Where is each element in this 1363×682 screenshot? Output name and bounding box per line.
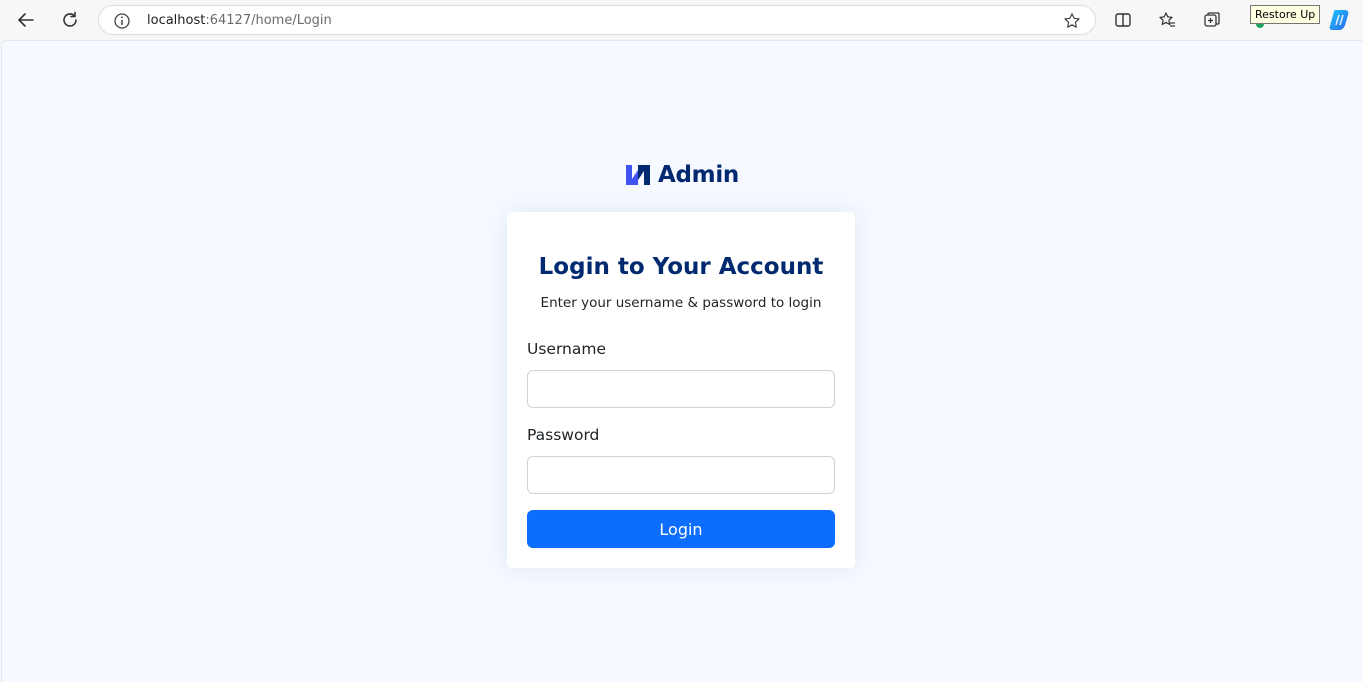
address-host: localhost [147, 13, 206, 28]
copilot-icon[interactable] [1328, 7, 1354, 33]
username-label: Username [527, 340, 607, 358]
reload-icon [63, 11, 77, 27]
address-text[interactable]: localhost:64127/home/Login [147, 13, 332, 28]
login-subtitle: Enter your username & password to login [540, 295, 822, 311]
username-input[interactable] [527, 370, 835, 408]
address-path: :64127/home/Login [205, 13, 332, 28]
back-button[interactable] [11, 5, 41, 35]
login-card: Login to Your Account Enter your usernam… [507, 212, 855, 568]
brand-name: Admin [658, 162, 739, 188]
favorites-icon [1159, 12, 1175, 27]
back-arrow-icon [18, 13, 34, 27]
favorites-button[interactable] [1152, 5, 1182, 35]
reload-button[interactable] [55, 5, 85, 35]
tooltip: Restore Up [1250, 5, 1321, 24]
admin-logo-icon [626, 165, 650, 185]
collections-icon [1204, 12, 1220, 27]
favorite-star-icon[interactable] [1063, 12, 1081, 30]
brand-logo[interactable]: Admin [624, 160, 739, 190]
collections-button[interactable] [1197, 5, 1227, 35]
split-screen-button[interactable] [1108, 5, 1138, 35]
split-screen-icon [1115, 13, 1131, 27]
password-input[interactable] [527, 456, 835, 494]
browser-toolbar: localhost:64127/home/Login Restore Up [0, 0, 1363, 40]
login-button[interactable]: Login [527, 510, 835, 548]
site-info-icon[interactable] [113, 12, 131, 30]
login-title: Login to Your Account [538, 254, 824, 280]
password-label: Password [527, 426, 600, 444]
address-bar[interactable]: localhost:64127/home/Login [98, 5, 1096, 35]
